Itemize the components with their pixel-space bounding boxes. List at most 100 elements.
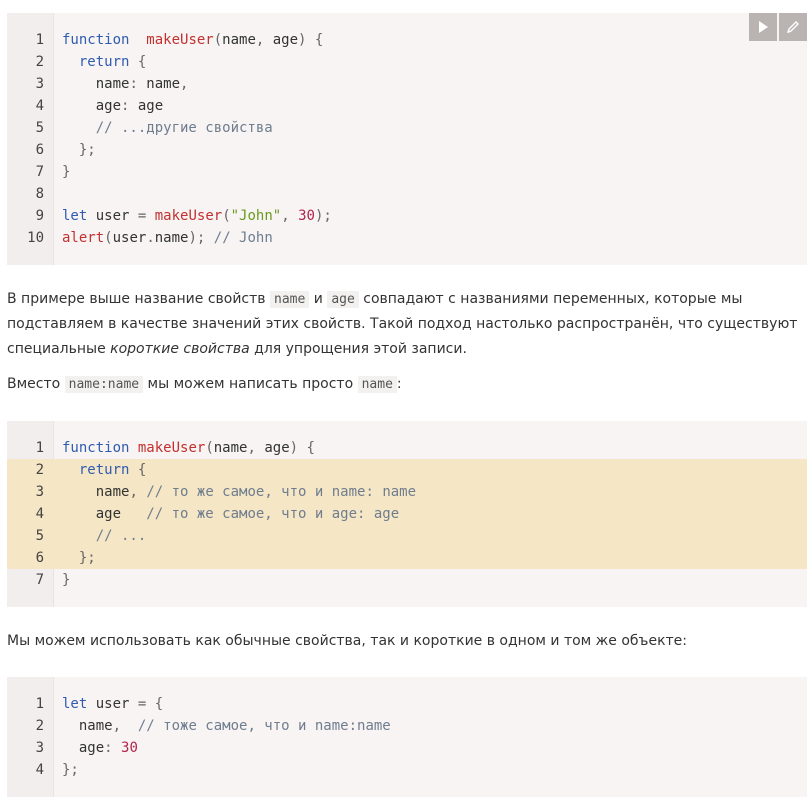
code-text: function makeUser(name, age) { [62,437,315,459]
code-line: 3 name: name, [7,73,807,95]
code-token: { [154,696,164,712]
line-number: 5 [35,120,44,136]
code-token: function [62,440,130,456]
inline-code-name-name: name:name [64,376,144,393]
code-token: . [146,230,155,246]
code-token: ); [188,230,206,246]
code-line: 2 return { [7,51,807,73]
code-token: : [129,76,138,92]
code-token: // ... [95,528,147,544]
code-token: name [222,32,256,48]
line-number: 5 [35,528,44,544]
code-text: let user = makeUser("John", 30); [62,205,332,227]
code-token: } [62,572,71,588]
code-token: name [62,718,113,734]
text-segment: Мы можем использовать как обычные свойст… [7,633,688,649]
code-token: "John" [230,208,282,224]
code-token: // то же самое, что и name: name [146,484,417,500]
code-token: ( [205,440,214,456]
code-line: 9 let user = makeUser("John", 30); [7,205,807,227]
pencil-icon [786,20,800,34]
code-token: }; [62,762,79,778]
code-text: }; [62,139,96,161]
text-segment: В примере выше название свойств [7,291,270,307]
code-token: user [112,230,147,246]
code-token: 30 [298,208,315,224]
code-block-shorthand: 1 function makeUser(name, age) {2 return … [7,421,807,607]
code-block-mixed: 1 let user = {2 name, // тоже самое, что … [7,677,807,797]
code-token: age [62,740,105,756]
code-line: 7} [7,569,807,591]
code-token: , [129,484,138,500]
code-token: makeUser [137,440,206,456]
code-token: function [62,32,130,48]
code-token: ( [213,32,223,48]
line-number: 2 [35,54,44,70]
code-token: age [129,98,164,114]
code-toolbar [749,13,807,41]
code-token: let [62,208,88,224]
code-token: { [306,440,315,456]
code-token: 30 [121,740,138,756]
code-lines: 1 let user = {2 name, // тоже самое, что … [7,693,807,781]
edit-button[interactable] [779,13,807,41]
code-text: function makeUser(name, age) { [62,29,323,51]
code-token: , [281,208,290,224]
code-token: , [247,440,256,456]
code-text: name, // тоже самое, что и name:name [62,715,391,737]
code-token: name [62,76,130,92]
code-token: ) [289,440,299,456]
line-number: 6 [35,142,44,158]
code-line: 2 return { [7,459,807,481]
line-number: 6 [35,550,44,566]
code-token: , [112,718,122,734]
code-token: // тоже самое, что и name:name [137,718,391,734]
text-segment: и [309,291,328,307]
code-token: let [62,696,88,712]
code-token: return [78,54,130,70]
inline-code-name: name [270,291,310,308]
code-token: user [87,208,138,224]
code-text: // ...другие свойства [62,117,273,139]
code-line: 4 age // то же самое, что и age: age [7,503,807,525]
text-segment: : [396,376,402,392]
line-number: 3 [35,484,44,500]
code-token: // John [213,230,273,246]
code-line: 7} [7,161,807,183]
line-number: 9 [35,208,44,224]
code-token: name [137,76,181,92]
code-lines: 1 function makeUser(name, age) {2 return … [7,29,807,249]
code-token: { [137,462,147,478]
paragraph-shorthand-intro: В примере выше название свойств name и a… [7,287,802,362]
code-token: makeUser [154,208,223,224]
line-number: 7 [35,164,44,180]
line-number: 8 [35,186,44,202]
code-line: 10 alert(user.name); // John [7,227,807,249]
code-text: age // то же самое, что и age: age [62,503,399,525]
line-number: 2 [35,718,44,734]
code-text: }; [62,759,79,781]
paragraph-mixed-properties: Мы можем использовать как обычные свойст… [7,629,802,654]
line-number: 4 [35,98,44,114]
text-segment: мы можем написать просто [143,376,358,392]
code-line: 8 [7,183,807,205]
code-token: // ...другие свойства [95,120,273,136]
code-token: : [104,740,113,756]
paragraph-instead: Вместо name:name мы можем написать прост… [7,372,802,397]
code-text: return { [62,459,146,481]
run-button[interactable] [749,13,777,41]
line-number: 4 [35,762,44,778]
code-text: name: name, [62,73,189,95]
code-token: }; [78,550,96,566]
article-page: 1 function makeUser(name, age) {2 return … [0,0,810,805]
